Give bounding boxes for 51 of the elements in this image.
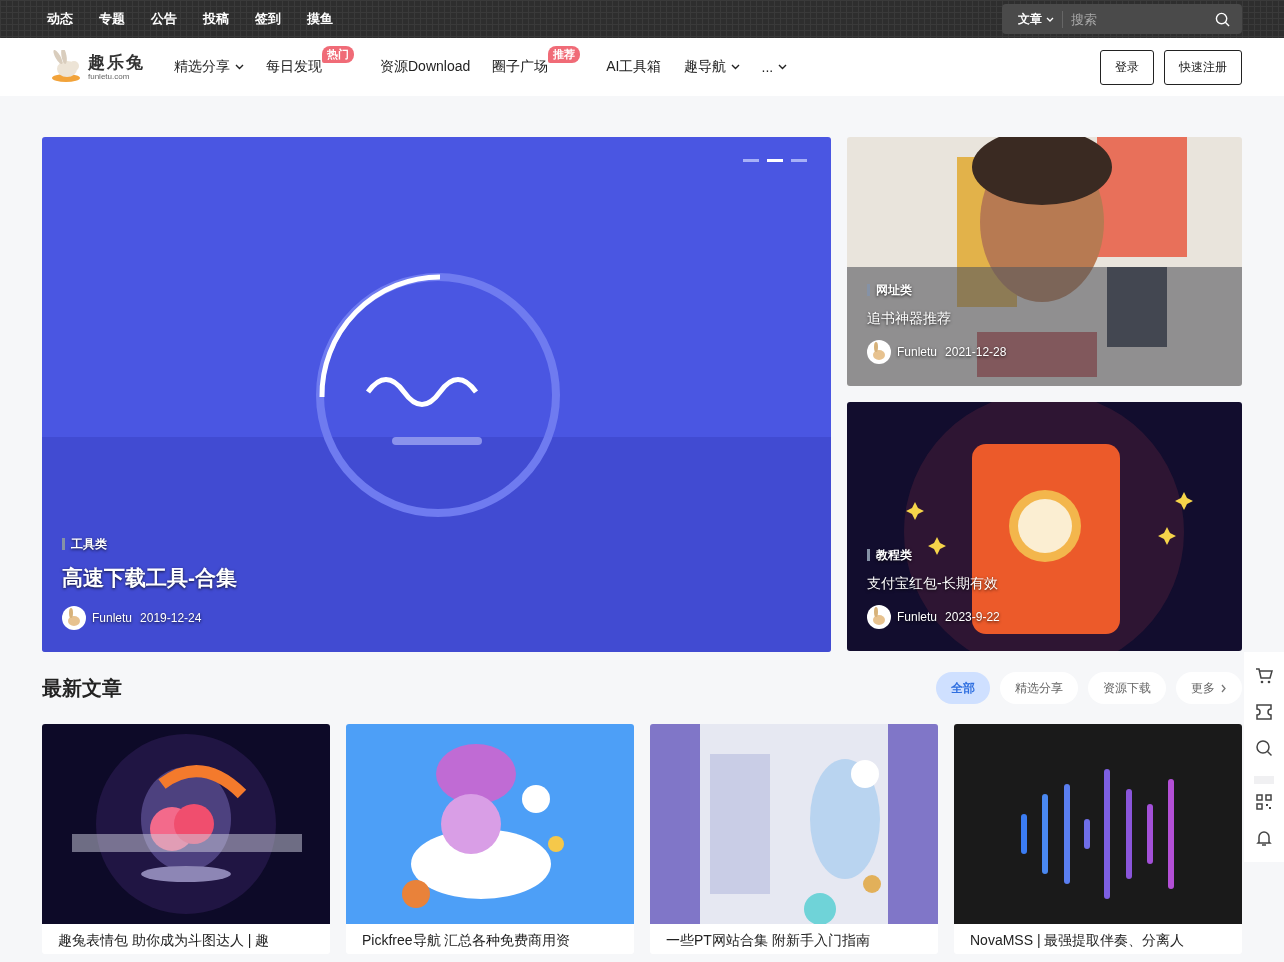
section-title: 最新文章 [42,675,122,701]
top-nav-link[interactable]: 签到 [250,10,286,28]
nav-badge: 推荐 [548,46,581,63]
post-date: 2019-12-24 [140,611,202,625]
nav-menu-item[interactable]: 资源Download [380,58,471,76]
top-nav-link[interactable]: 动态 [42,10,78,28]
filter-tab[interactable]: 全部 [936,672,990,704]
top-nav-link[interactable]: 投稿 [198,10,234,28]
article-title[interactable]: NovaMSS | 最强提取伴奏、分离人 [954,924,1242,954]
search-icon[interactable] [1254,738,1274,758]
ticket-icon[interactable] [1254,702,1274,722]
chevron-right-icon [1221,683,1227,693]
nav-menu-item[interactable]: 每日发现 [266,58,322,76]
caret-icon [1046,16,1054,22]
cart-icon[interactable] [1254,666,1274,686]
site-logo[interactable]: 趣乐兔 funletu.com [48,50,174,84]
search-icon[interactable] [1215,11,1230,27]
article-title[interactable]: Pickfree导航 汇总各种免费商用资 [346,924,634,954]
nav-menu-item[interactable]: 趣导航 [683,58,740,76]
post-date: 2021-12-28 [945,345,1007,359]
nav-menu-item[interactable]: 圈子广场 [492,58,549,76]
auth-button[interactable]: 登录 [1100,49,1154,85]
auth-button[interactable]: 快速注册 [1164,49,1242,85]
search-scope-dropdown[interactable]: 文章 [1018,10,1063,28]
avatar-icon [62,606,86,630]
article-title[interactable]: 高速下载工具-合集 [62,564,237,592]
logo-domain: funletu.com [88,71,131,81]
bell-icon[interactable] [1254,828,1274,848]
top-nav-link[interactable]: 摸鱼 [302,10,338,28]
top-nav-link[interactable]: 公告 [146,10,182,28]
avatar-icon [867,340,891,364]
filter-tab[interactable]: 精选分享 [1000,672,1078,704]
nav-menu-item[interactable]: 精选分享 [174,58,244,76]
nav-menu-item[interactable]: ... [761,59,788,75]
article-title[interactable]: 一些PT网站合集 附新手入门指南 [650,924,938,954]
more-link[interactable]: 更多 [1176,672,1242,704]
author-name: Funletu [897,345,938,359]
search-field[interactable]: 文章 搜索 [1002,4,1242,34]
nav-badge: 热门 [322,46,354,63]
article-title[interactable]: 趣兔表情包 助你成为斗图达人 | 趣 [42,924,330,954]
nav-menu-item[interactable]: AI工具箱 [606,58,662,76]
category-tag[interactable]: 教程类 [867,549,1000,561]
post-date: 2023-9-22 [945,610,1000,624]
filter-tab[interactable]: 资源下载 [1088,672,1166,704]
author-name: Funletu [92,611,133,625]
logo-name: 趣乐兔 [88,53,145,72]
avatar-icon [867,605,891,629]
qr-code-icon[interactable] [1254,792,1274,812]
top-nav-link[interactable]: 专题 [94,10,130,28]
category-tag[interactable]: 工具类 [62,538,237,550]
author-name: Funletu [897,610,938,624]
